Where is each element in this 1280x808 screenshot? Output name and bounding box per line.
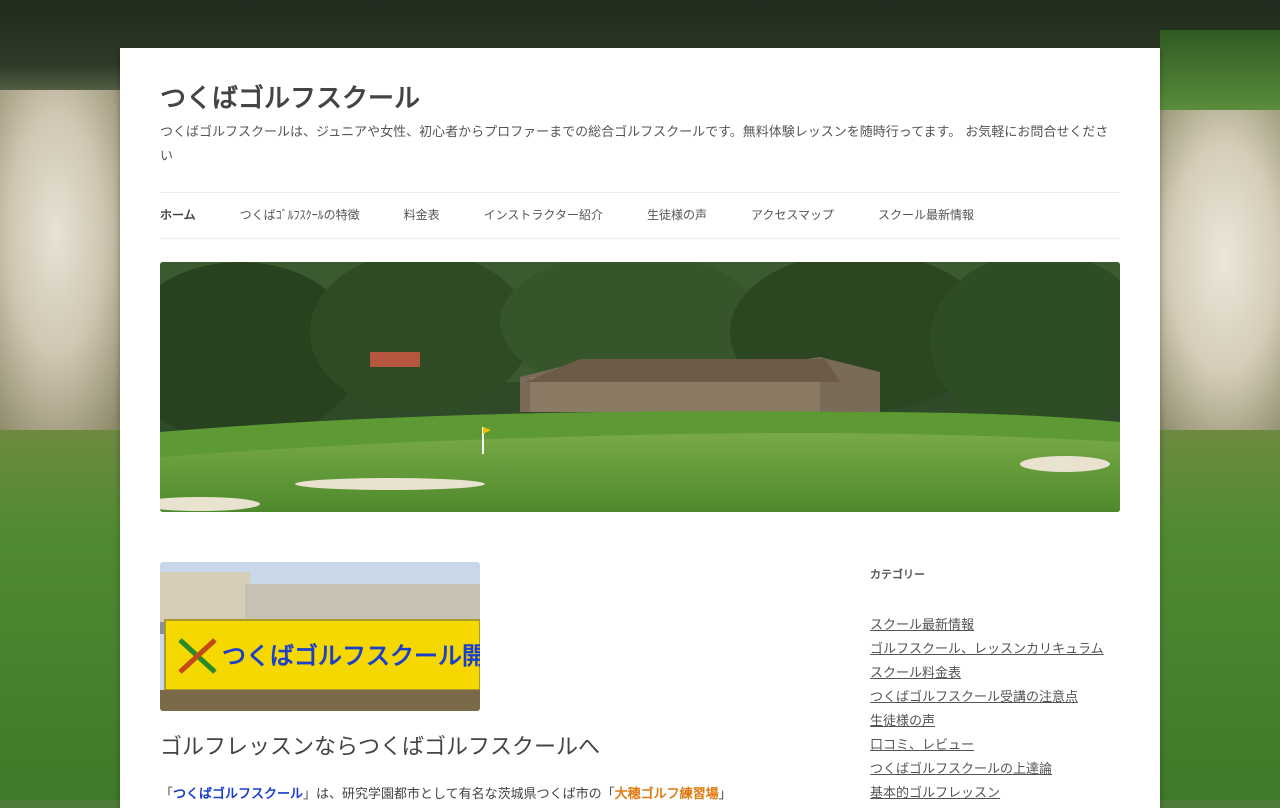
main-content: つくばゴルフスクール開校中 ゴルフレッスンならつくばゴルフスクールへ 「つくばゴ… bbox=[160, 562, 800, 802]
category-item: ゴルフスクール、レッスンカリキュラム bbox=[870, 638, 1120, 662]
nav-item-testimonials[interactable]: 生徒様の声 bbox=[647, 193, 707, 237]
site-title[interactable]: つくばゴルフスクール bbox=[160, 78, 420, 115]
category-item: スクール最新情報 bbox=[870, 614, 1120, 638]
page-container: つくばゴルフスクール つくばゴルフスクールは、ジュニアや女性、初心者からプロファ… bbox=[120, 48, 1160, 808]
category-item: 生徒様の声 bbox=[870, 710, 1120, 734]
category-link[interactable]: 基本的ゴルフレッスン bbox=[870, 786, 1000, 801]
category-link[interactable]: スクール料金表 bbox=[870, 666, 961, 681]
category-item: つくばゴルフスクール受講の注意点 bbox=[870, 686, 1120, 710]
main-navigation: ホーム つくばｺﾞﾙﾌｽｸｰﾙの特徴 料金表 インストラクター紹介 生徒様の声 … bbox=[160, 192, 1120, 239]
category-link[interactable]: つくばゴルフスクール受講の注意点 bbox=[870, 690, 1078, 705]
category-item: スクール料金表 bbox=[870, 662, 1120, 686]
nav-item-news[interactable]: スクール最新情報 bbox=[878, 193, 974, 237]
post-thumbnail-banner[interactable]: つくばゴルフスクール開校中 bbox=[160, 562, 480, 711]
category-link[interactable]: つくばゴルフスクールの上達論 bbox=[870, 762, 1052, 777]
category-link[interactable]: スクール最新情報 bbox=[870, 618, 974, 633]
nav-item-instructors[interactable]: インストラクター紹介 bbox=[484, 193, 603, 237]
category-link[interactable]: ゴルフスクール、レッスンカリキュラム bbox=[870, 642, 1104, 657]
banner-text: つくばゴルフスクール開校中 bbox=[222, 642, 480, 670]
widget-title-categories: カテゴリー bbox=[870, 568, 925, 581]
category-item: 基本的ゴルフレッスン bbox=[870, 782, 1120, 806]
category-item: つくばゴルフスクールの上達論 bbox=[870, 758, 1120, 782]
nav-item-features[interactable]: つくばｺﾞﾙﾌｽｸｰﾙの特徴 bbox=[240, 193, 360, 237]
site-description: つくばゴルフスクールは、ジュニアや女性、初心者からプロファーまでの総合ゴルフスク… bbox=[160, 125, 1109, 164]
category-list: スクール最新情報 ゴルフスクール、レッスンカリキュラム スクール料金表 つくばゴ… bbox=[870, 614, 1120, 806]
sidebar: カテゴリー スクール最新情報 ゴルフスクール、レッスンカリキュラム スクール料金… bbox=[870, 562, 1120, 806]
nav-item-pricing[interactable]: 料金表 bbox=[404, 193, 440, 237]
header-image-golf-course bbox=[160, 262, 1120, 512]
category-item: 口コミ、レビュー bbox=[870, 734, 1120, 758]
nav-item-home[interactable]: ホーム bbox=[160, 193, 196, 237]
category-link[interactable]: 口コミ、レビュー bbox=[870, 738, 974, 753]
post-title[interactable]: ゴルフレッスンならつくばゴルフスクールへ bbox=[160, 733, 800, 763]
post-excerpt: 「つくばゴルフスクール」は、研究学園都市として有名な茨城県つくば市の「大穂ゴルフ… bbox=[160, 787, 732, 802]
nav-item-access-map[interactable]: アクセスマップ bbox=[751, 193, 834, 237]
category-link[interactable]: 生徒様の声 bbox=[870, 714, 935, 729]
